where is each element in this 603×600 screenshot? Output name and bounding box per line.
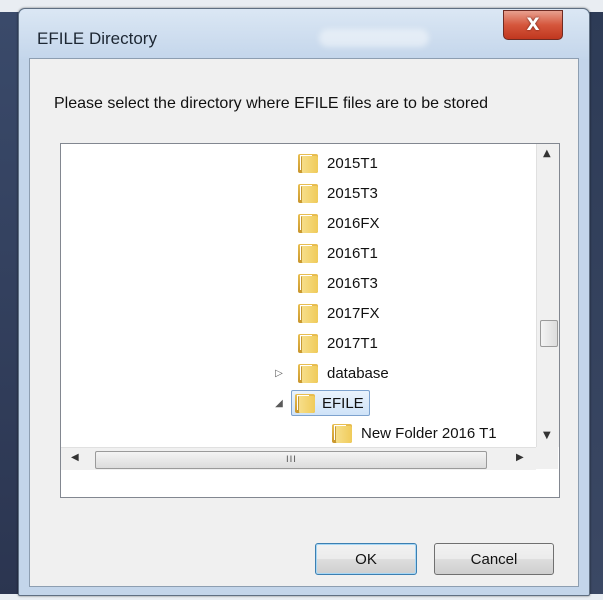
scrollbar-corner <box>536 447 558 469</box>
scroll-down-icon[interactable]: ▼ <box>543 430 551 441</box>
folder-icon <box>331 422 353 444</box>
scroll-up-icon[interactable]: ▲ <box>543 148 551 159</box>
tree-item[interactable]: 2016FX <box>297 209 380 237</box>
tree-item[interactable]: New Folder 2016 T1 <box>331 419 497 447</box>
tree-item[interactable]: 2015T1 <box>297 149 378 177</box>
tree-item[interactable]: 2016T1 <box>297 239 378 267</box>
folder-icon <box>294 392 316 414</box>
scroll-right-icon[interactable]: ▶ <box>516 452 524 463</box>
tree-item-selected[interactable]: ◢ EFILE <box>273 389 370 417</box>
folder-tree[interactable]: 2015T1 2015T3 2016FX 2016T1 2016T3 2017F… <box>60 143 560 498</box>
folder-icon <box>297 272 319 294</box>
tree-item-label: 2015T3 <box>327 184 378 202</box>
tree-item[interactable]: 2016T3 <box>297 269 378 297</box>
dialog-window: EFILE Directory X Please select the dire… <box>18 8 590 596</box>
folder-icon <box>297 332 319 354</box>
tree-item[interactable]: 2015T3 <box>297 179 378 207</box>
tree-item-label: 2017T1 <box>327 334 378 352</box>
window-title: EFILE Directory <box>37 29 157 48</box>
folder-icon <box>297 182 319 204</box>
dialog-body: Please select the directory where EFILE … <box>29 58 579 587</box>
grip-icon: III <box>286 455 297 465</box>
tree-item-label: 2016T1 <box>327 244 378 262</box>
tree-item-label: database <box>327 364 389 382</box>
vertical-scrollbar[interactable]: ▲ ▼ <box>536 144 559 447</box>
tree-item[interactable]: 2017T1 <box>297 329 378 357</box>
tree-item-label: 2015T1 <box>327 154 378 172</box>
folder-icon <box>297 362 319 384</box>
tree-item-label: EFILE <box>322 394 364 412</box>
folder-icon <box>297 212 319 234</box>
expand-arrow-icon[interactable]: ▷ <box>273 367 285 379</box>
scroll-left-icon[interactable]: ◀ <box>71 452 79 463</box>
tree-item[interactable]: 2017FX <box>297 299 380 327</box>
close-button[interactable]: X <box>503 10 563 40</box>
tree-item-label: 2017FX <box>327 304 380 322</box>
selection-highlight[interactable]: EFILE <box>291 390 370 416</box>
vertical-scroll-thumb[interactable] <box>540 320 558 347</box>
horizontal-scrollbar[interactable]: ◀ III ▶ <box>61 447 536 470</box>
horizontal-scroll-thumb[interactable]: III <box>95 451 487 469</box>
folder-icon <box>297 302 319 324</box>
collapse-arrow-icon[interactable]: ◢ <box>273 397 285 409</box>
tree-item-label: 2016T3 <box>327 274 378 292</box>
title-bar[interactable]: EFILE Directory X <box>19 9 589 59</box>
close-icon: X <box>526 15 540 35</box>
tree-item-label: 2016FX <box>327 214 380 232</box>
folder-icon <box>297 242 319 264</box>
cancel-button[interactable]: Cancel <box>434 543 554 575</box>
tree-item-label: New Folder 2016 T1 <box>361 424 497 442</box>
folder-icon <box>297 152 319 174</box>
instruction-text: Please select the directory where EFILE … <box>54 95 488 112</box>
tree-item[interactable]: ▷ database <box>273 359 389 387</box>
title-bar-glow <box>319 29 429 47</box>
desktop-background-right <box>588 12 603 600</box>
ok-button[interactable]: OK <box>315 543 417 575</box>
